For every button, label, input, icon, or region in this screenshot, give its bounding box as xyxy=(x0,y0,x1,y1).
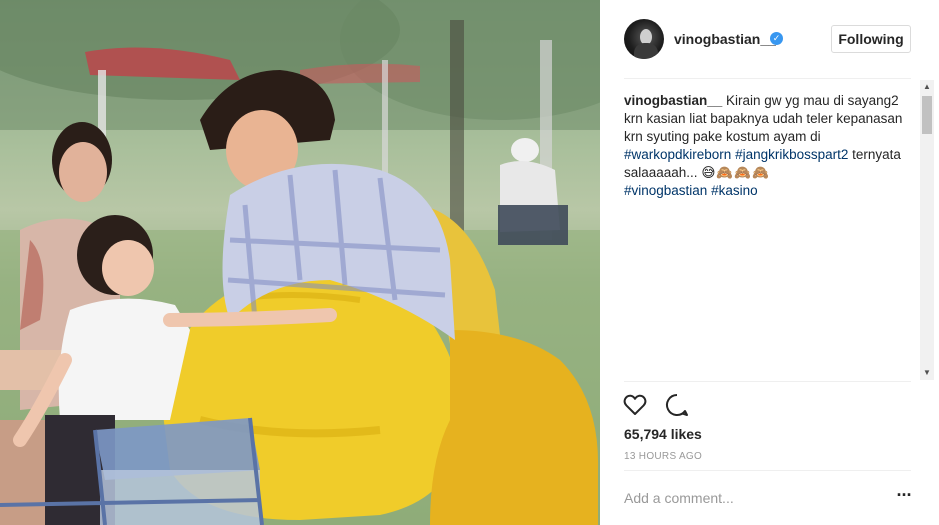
hashtag-link[interactable]: #jangkrikbosspart2 xyxy=(735,147,848,162)
add-comment-input[interactable] xyxy=(624,488,874,508)
hashtag-link[interactable]: #warkopdkireborn xyxy=(624,147,731,162)
comment-divider xyxy=(624,470,911,471)
likes-count[interactable]: 65,794 likes xyxy=(624,426,702,442)
caption-username[interactable]: vinogbastian__ xyxy=(624,93,722,108)
emoji-text: 😅🙈🙈🙈 xyxy=(701,165,770,180)
scroll-up-arrow-icon[interactable]: ▲ xyxy=(920,80,934,94)
comments-scroll-area[interactable]: vinogbastian__ Kirain gw yg mau di sayan… xyxy=(624,80,921,380)
hashtag-link[interactable]: #kasino xyxy=(711,183,758,198)
post-photo[interactable] xyxy=(0,0,600,525)
avatar-body xyxy=(634,43,658,59)
photo-scene xyxy=(0,0,600,525)
heart-icon[interactable] xyxy=(622,392,648,418)
comments-scrollbar[interactable]: ▲ ▼ xyxy=(920,80,934,380)
author-username[interactable]: vinogbastian__ xyxy=(674,31,776,47)
scroll-down-arrow-icon[interactable]: ▼ xyxy=(920,366,934,380)
scrollbar-thumb[interactable] xyxy=(922,96,932,134)
profile-avatar[interactable] xyxy=(624,19,664,59)
hashtag-link[interactable]: #vinogbastian xyxy=(624,183,707,198)
post-caption: vinogbastian__ Kirain gw yg mau di sayan… xyxy=(624,80,909,200)
more-options-icon[interactable]: ··· xyxy=(894,486,914,506)
actions-divider xyxy=(624,381,911,382)
comment-bubble-icon[interactable] xyxy=(664,392,690,418)
verified-badge-icon: ✓ xyxy=(770,32,783,45)
following-button[interactable]: Following xyxy=(831,25,911,53)
header-divider xyxy=(624,78,911,79)
post-timestamp[interactable]: 13 HOURS AGO xyxy=(624,451,702,462)
post-header: vinogbastian__ ✓ Following xyxy=(600,0,939,78)
